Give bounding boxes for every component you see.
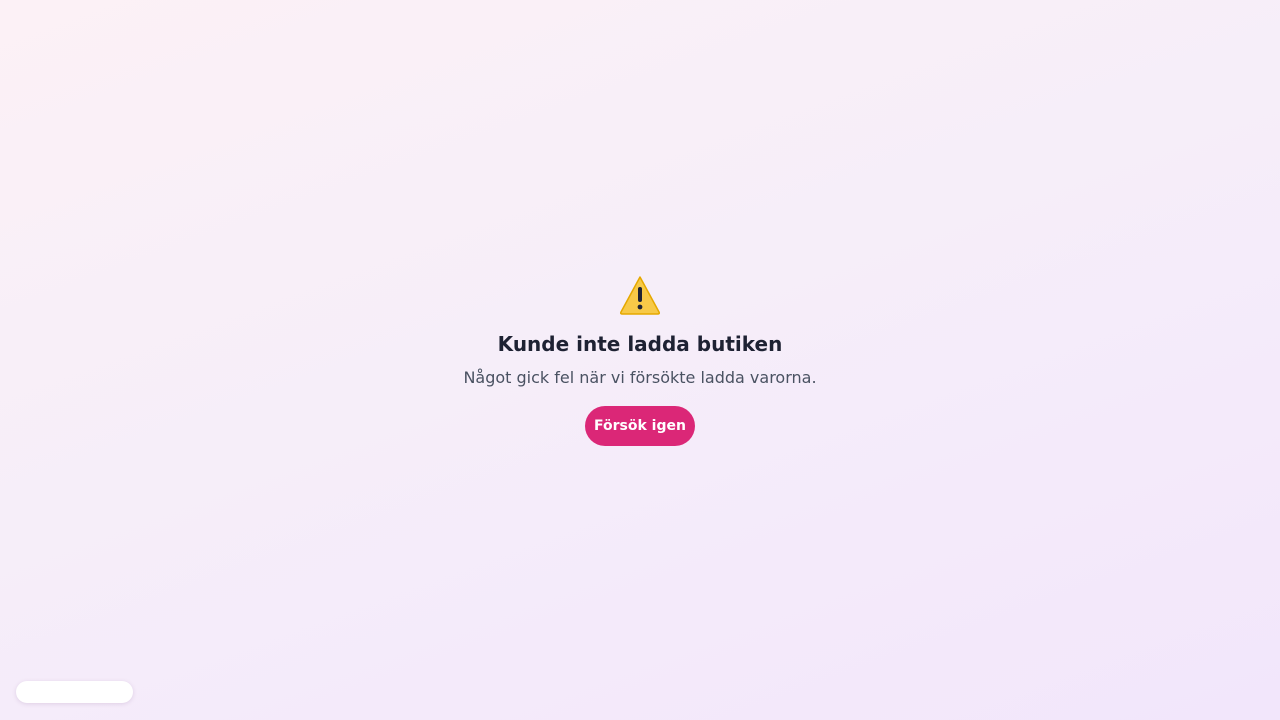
warning-icon	[619, 275, 661, 315]
retry-button[interactable]: Försök igen	[585, 406, 695, 446]
error-title: Kunde inte ladda butiken	[497, 332, 783, 356]
bottom-widget[interactable]	[16, 681, 133, 703]
error-message: Något gick fel när vi försökte ladda var…	[463, 368, 817, 387]
error-state: Kunde inte ladda butiken Något gick fel …	[0, 0, 1280, 720]
